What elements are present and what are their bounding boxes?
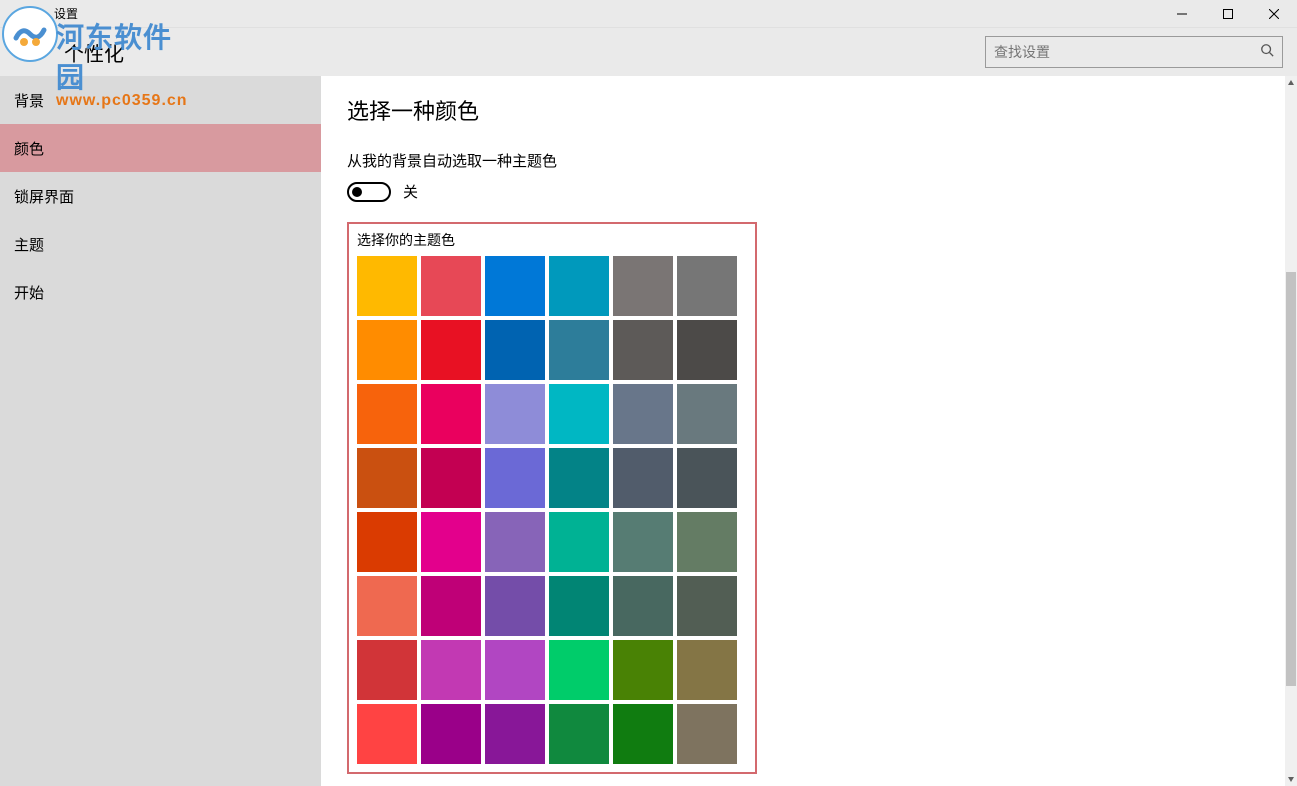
color-swatch[interactable] [357,576,417,636]
color-swatch[interactable] [677,640,737,700]
content: 选择一种颜色 从我的背景自动选取一种主题色 关 选择你的主题色 显示"开始"菜单… [321,76,1297,786]
titlebar: 设置 [0,0,1297,28]
palette-title: 选择你的主题色 [357,230,747,250]
color-swatch[interactable] [421,384,481,444]
color-swatch[interactable] [421,704,481,764]
scroll-thumb[interactable] [1286,272,1296,686]
sidebar-item-label: 主题 [14,234,44,255]
color-swatch[interactable] [357,640,417,700]
section-title: 个性化 [64,38,124,67]
vertical-scrollbar[interactable] [1285,76,1297,786]
color-swatch[interactable] [613,576,673,636]
auto-pick-toggle-row: 关 [347,181,1297,202]
toggle-state-label: 关 [403,181,418,202]
sidebar-item-label: 锁屏界面 [14,186,74,207]
color-swatch[interactable] [677,320,737,380]
color-swatch[interactable] [485,448,545,508]
color-swatch[interactable] [677,512,737,572]
header: 个性化 [0,28,1297,76]
color-swatch[interactable] [549,576,609,636]
window-controls [1159,0,1297,28]
sidebar-item-label: 颜色 [14,138,44,159]
color-swatch[interactable] [549,384,609,444]
color-swatch[interactable] [613,448,673,508]
color-swatch[interactable] [357,704,417,764]
scroll-down-arrow-icon[interactable] [1285,772,1297,786]
color-swatch[interactable] [549,320,609,380]
color-swatch[interactable] [421,320,481,380]
color-swatch[interactable] [549,256,609,316]
palette-highlight-box: 选择你的主题色 [347,222,757,774]
sidebar-item-label: 背景 [14,90,44,111]
sidebar-item-colors[interactable]: 颜色 [0,124,321,172]
color-swatch[interactable] [549,512,609,572]
color-swatch[interactable] [677,256,737,316]
color-swatch[interactable] [421,640,481,700]
sidebar-item-themes[interactable]: 主题 [0,220,321,268]
color-swatch[interactable] [677,384,737,444]
color-swatch[interactable] [485,576,545,636]
color-swatch[interactable] [357,384,417,444]
color-swatch[interactable] [421,512,481,572]
color-swatch[interactable] [613,320,673,380]
search-icon [1260,43,1274,62]
color-swatch[interactable] [613,256,673,316]
auto-pick-label: 从我的背景自动选取一种主题色 [347,150,1297,171]
color-swatch[interactable] [677,448,737,508]
toggle-knob [352,187,362,197]
close-button[interactable] [1251,0,1297,28]
color-swatch[interactable] [485,320,545,380]
back-button[interactable] [0,0,48,28]
sidebar: 背景 颜色 锁屏界面 主题 开始 [0,76,321,786]
page-heading: 选择一种颜色 [347,94,1297,126]
color-swatch[interactable] [549,640,609,700]
scroll-up-arrow-icon[interactable] [1285,76,1297,90]
color-swatch[interactable] [549,704,609,764]
color-swatch[interactable] [485,384,545,444]
color-swatch[interactable] [421,576,481,636]
color-swatch[interactable] [613,512,673,572]
color-swatch[interactable] [485,256,545,316]
color-swatch[interactable] [549,448,609,508]
color-swatch[interactable] [613,704,673,764]
color-swatch[interactable] [485,704,545,764]
color-swatch[interactable] [677,576,737,636]
sidebar-item-background[interactable]: 背景 [0,76,321,124]
search-box[interactable] [985,36,1283,68]
sidebar-item-start[interactable]: 开始 [0,268,321,316]
maximize-button[interactable] [1205,0,1251,28]
color-swatch[interactable] [613,384,673,444]
color-swatch[interactable] [357,256,417,316]
color-swatch[interactable] [357,448,417,508]
color-swatch[interactable] [613,640,673,700]
sidebar-item-label: 开始 [14,282,44,303]
search-input[interactable] [994,44,1260,60]
color-swatch[interactable] [357,320,417,380]
color-swatch[interactable] [677,704,737,764]
color-swatch[interactable] [485,640,545,700]
window-title: 设置 [54,5,78,22]
color-swatch[interactable] [421,448,481,508]
color-swatch[interactable] [357,512,417,572]
color-swatch[interactable] [485,512,545,572]
accent-color-palette [357,256,747,764]
body: 背景 颜色 锁屏界面 主题 开始 选择一种颜色 从我的背景自动选取一种主题色 关… [0,76,1297,786]
minimize-button[interactable] [1159,0,1205,28]
auto-pick-toggle[interactable] [347,182,391,202]
sidebar-item-lockscreen[interactable]: 锁屏界面 [0,172,321,220]
color-swatch[interactable] [421,256,481,316]
